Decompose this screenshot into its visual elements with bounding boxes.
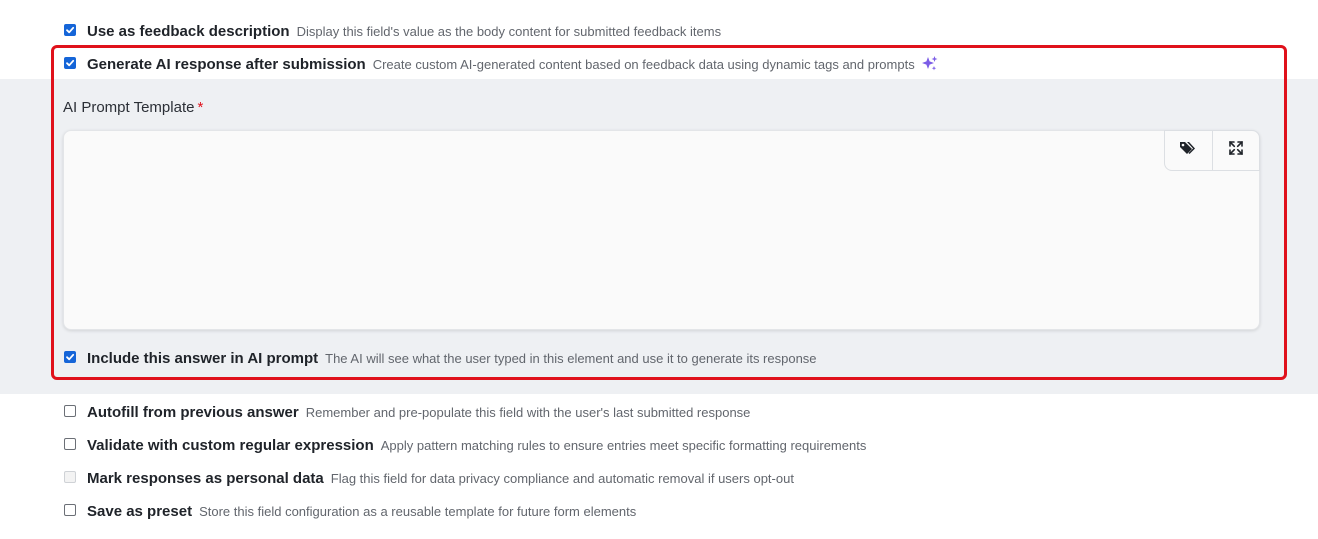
option-description: Apply pattern matching rules to ensure e… — [380, 437, 867, 453]
autofill-checkbox[interactable] — [64, 405, 76, 417]
option-label: Use as feedback description — [87, 22, 290, 40]
option-description: Remember and pre-populate this field wit… — [305, 404, 751, 420]
option-label: Autofill from previous answer — [87, 403, 299, 421]
option-autofill[interactable]: Autofill from previous answer Remember a… — [64, 401, 750, 423]
option-personal-data: Mark responses as personal data Flag thi… — [64, 467, 794, 489]
option-description: Flag this field for data privacy complia… — [330, 470, 794, 486]
highlight-frame — [51, 45, 1287, 380]
option-label: Validate with custom regular expression — [87, 436, 374, 454]
validate-regex-checkbox[interactable] — [64, 438, 76, 450]
personal-data-checkbox — [64, 471, 76, 483]
option-feedback-description[interactable]: Use as feedback description Display this… — [64, 20, 721, 42]
option-description: Display this field's value as the body c… — [296, 23, 722, 39]
option-label: Mark responses as personal data — [87, 469, 324, 487]
save-preset-checkbox[interactable] — [64, 504, 76, 516]
option-validate-regex[interactable]: Validate with custom regular expression … — [64, 434, 866, 456]
option-save-preset[interactable]: Save as preset Store this field configur… — [64, 500, 636, 522]
option-description: Store this field configuration as a reus… — [199, 503, 637, 519]
feedback-description-checkbox[interactable] — [64, 24, 76, 36]
option-label: Save as preset — [87, 502, 193, 520]
